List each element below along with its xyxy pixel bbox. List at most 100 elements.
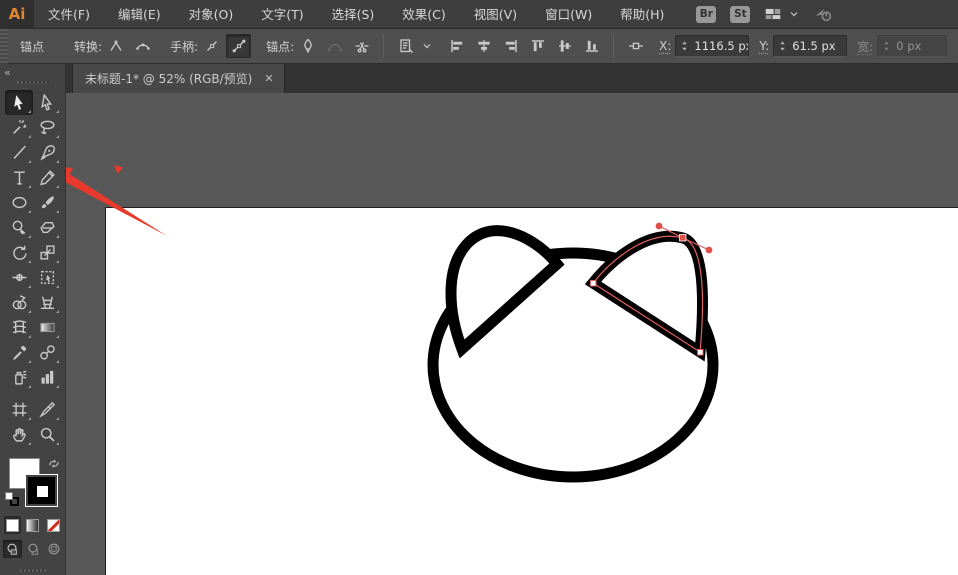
draw-inside-button[interactable] (44, 540, 63, 558)
artboard[interactable] (105, 207, 958, 575)
type-tool[interactable] (5, 165, 33, 190)
width-tool[interactable] (5, 265, 33, 290)
align-left-icon (450, 40, 462, 52)
control-bar-grip[interactable] (0, 28, 8, 64)
panel-grip (19, 569, 46, 572)
pencil-tool[interactable] (33, 165, 61, 190)
y-input[interactable]: 61.5 px (773, 35, 848, 57)
selection-tool[interactable] (5, 90, 33, 115)
menu-item-6[interactable]: 视图(V) (460, 0, 531, 29)
column-graph-tool[interactable] (33, 365, 61, 390)
symbol-sprayer-tool[interactable] (5, 365, 33, 390)
workspace-switcher-icon[interactable] (764, 5, 782, 23)
none-swatch-button[interactable] (45, 516, 62, 534)
control-bar: 锚点 转换: 手柄: 锚点: X: 1116.5 px Y: 61.5 px 宽… (0, 28, 958, 64)
align-left-button[interactable] (444, 34, 469, 58)
handles-hide-button[interactable] (199, 34, 224, 58)
gradient-swatch-button[interactable] (24, 516, 41, 534)
menu-item-0[interactable]: 文件(F) (34, 0, 104, 29)
menu-item-4[interactable]: 选择(S) (318, 0, 389, 29)
free-transform-tool[interactable] (33, 265, 61, 290)
panel-grip[interactable] (16, 81, 49, 84)
isolate-selection-button[interactable] (623, 34, 648, 58)
stroke-color-swatch[interactable] (25, 474, 58, 507)
perspective-grid-tool[interactable] (33, 290, 61, 315)
rotate-tool[interactable] (5, 240, 33, 265)
hand-tool[interactable] (5, 422, 33, 447)
convert-smooth-button[interactable] (130, 34, 155, 58)
document-tab-title: 未标题-1* @ 52% (RGB/预览) (85, 72, 253, 86)
eyedropper-tool[interactable] (5, 340, 33, 365)
mesh-tool[interactable] (5, 315, 33, 340)
scale-tool[interactable] (33, 240, 61, 265)
tab-close-icon[interactable]: ✕ (264, 72, 273, 85)
anchor-buttons (294, 34, 375, 58)
handles-show-button[interactable] (226, 34, 252, 58)
lasso-tool[interactable] (33, 115, 61, 140)
y-stepper-icon[interactable] (777, 37, 788, 55)
bridge-button[interactable]: Br (696, 5, 717, 23)
eyedropper-tool-icon (12, 345, 26, 361)
draw-behind-icon (28, 543, 38, 555)
blob-brush-tool-icon (12, 220, 26, 235)
shape-builder-tool[interactable] (5, 290, 33, 315)
magic-wand-tool[interactable] (5, 115, 33, 140)
blob-brush-tool[interactable] (5, 215, 33, 240)
swap-fill-stroke-icon[interactable] (47, 456, 61, 469)
zoom-tool[interactable] (33, 422, 61, 447)
artboard-tool-icon (12, 402, 26, 417)
pen-tool[interactable] (33, 140, 61, 165)
lasso-tool-icon (39, 120, 55, 135)
tools-panel: « (0, 64, 66, 575)
y-field-group: Y: 61.5 px (749, 35, 848, 57)
gradient-tool[interactable] (33, 315, 61, 340)
align-center-horizontal-button[interactable] (471, 34, 496, 58)
remove-anchor-pen-button[interactable] (295, 34, 320, 58)
line-segment-tool[interactable] (5, 140, 33, 165)
x-field-group: X: 1116.5 px (649, 35, 750, 57)
handles-hide-icon (206, 41, 217, 51)
menu-items: 文件(F) 编辑(E) 对象(O) 文字(T) 选择(S) 效果(C) 视图(V) 窗口(W)… (34, 0, 678, 29)
panel-collapse-icon[interactable]: « (4, 66, 11, 79)
x-stepper-icon[interactable] (679, 37, 690, 55)
x-input[interactable]: 1116.5 px (675, 35, 750, 57)
chevron-down-icon (790, 12, 798, 17)
draw-normal-button[interactable] (3, 540, 22, 558)
align-middle-vertical-button[interactable] (552, 34, 577, 58)
menu-item-3[interactable]: 文字(T) (247, 0, 317, 29)
default-fill-stroke-icon[interactable] (5, 492, 19, 506)
separator (613, 34, 615, 58)
convert-label: 转换: (74, 39, 103, 54)
menu-item-5[interactable]: 效果(C) (388, 0, 459, 29)
menu-item-1[interactable]: 编辑(E) (104, 0, 175, 29)
document-tab[interactable]: 未标题-1* @ 52% (RGB/预览) ✕ (72, 64, 285, 93)
convert-corner-button[interactable] (103, 34, 128, 58)
ellipse-tool[interactable] (5, 190, 33, 215)
menu-item-2[interactable]: 对象(O) (175, 0, 248, 29)
menu-item-8[interactable]: 帮助(H) (606, 0, 678, 29)
paintbrush-tool[interactable] (33, 190, 61, 215)
cs-live-icon[interactable] (814, 5, 832, 23)
align-right-button[interactable] (498, 34, 523, 58)
menu-item-7[interactable]: 窗口(W) (531, 0, 606, 29)
convert-buttons (102, 34, 156, 58)
handles-show-icon (232, 39, 246, 53)
swatch-area (0, 454, 66, 516)
connect-path-button[interactable] (322, 34, 347, 58)
slice-tool[interactable] (33, 397, 61, 422)
stock-button[interactable]: St (730, 5, 751, 23)
eraser-tool[interactable] (33, 215, 61, 240)
blend-tool[interactable] (33, 340, 61, 365)
align-bottom-icon (585, 40, 598, 52)
align-top-button[interactable] (525, 34, 550, 58)
cut-path-button[interactable] (349, 34, 374, 58)
rotate-tool-icon (12, 245, 27, 260)
chevron-down-icon[interactable] (788, 5, 800, 23)
draw-behind-button[interactable] (24, 540, 43, 558)
color-swatch-button[interactable] (4, 516, 22, 534)
artboard-tool[interactable] (5, 397, 33, 422)
document-setup-button[interactable] (393, 34, 418, 58)
align-bottom-button[interactable] (579, 34, 604, 58)
direct-selection-tool[interactable] (33, 90, 61, 115)
slice-tool-icon (38, 401, 55, 418)
